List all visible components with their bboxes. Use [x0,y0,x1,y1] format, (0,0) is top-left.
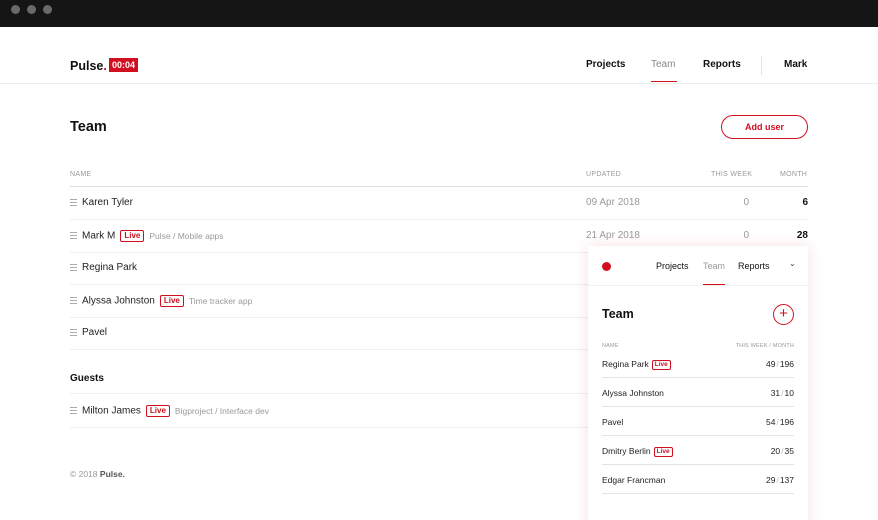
live-badge: Live [653,446,673,457]
chevron-down-icon[interactable]: ⌄ [789,259,796,268]
nav-reports[interactable]: Reports [703,59,741,70]
project-label[interactable]: Bigproject / Interface dev [175,406,269,416]
mobile-preview-card: Projects Team Reports ⌄ Team + NAME THIS… [588,246,808,520]
updated-date: 21 Apr 2018 [586,230,640,241]
copyright-text: © 2018 [70,469,98,479]
page-title: Team [70,119,107,135]
footer-copyright: © 2018 Pulse. [70,469,125,479]
member-name[interactable]: Mark M [82,231,115,242]
mobile-member-name[interactable]: Dmitry Berlin [602,446,651,456]
mobile-month-value: 196 [779,359,794,369]
mobile-member-name[interactable]: Alyssa Johnston [602,388,664,398]
logo-dot: . [103,59,107,73]
mobile-month-value: 10 [784,388,794,398]
mobile-list-item[interactable]: Dmitry Berlin Live 20/35 [602,436,794,465]
project-label[interactable]: Pulse / Mobile apps [149,231,223,241]
mobile-week-value: 31 [770,388,781,398]
add-user-button[interactable]: Add user [721,115,808,139]
mobile-nav-divider [588,285,808,286]
column-header-name: NAME [70,171,92,178]
drag-handle-icon[interactable] [70,329,77,336]
nav-active-indicator [651,81,677,82]
pulse-logo[interactable]: Pulse. [70,59,107,73]
mobile-member-name[interactable]: Pavel [602,417,623,427]
guest-name[interactable]: Milton James [82,406,141,417]
member-name[interactable]: Alyssa Johnston [82,296,155,307]
column-header-month: MONTH [780,171,808,178]
guests-section-title: Guests [70,373,104,384]
live-badge: Live [145,405,170,417]
live-badge: Live [159,295,184,307]
mobile-member-name[interactable]: Edgar Francman [602,475,665,485]
timer-badge[interactable]: 00:04 [109,58,139,72]
drag-handle-icon[interactable] [70,297,77,304]
column-header-this-week: THIS WEEK [711,171,753,178]
mobile-week-value: 49 [765,359,776,369]
mobile-list-item[interactable]: Alyssa Johnston 31/10 [602,378,794,407]
month-value: 6 [802,197,808,208]
mobile-nav-team[interactable]: Team [703,261,725,271]
mobile-month-value: 196 [779,417,794,427]
drag-handle-icon[interactable] [70,264,77,271]
live-badge: Live [120,230,145,242]
mobile-status-dot [602,262,611,271]
this-week-value: 0 [743,197,749,208]
window-close-dot[interactable] [11,5,20,14]
mobile-week-value: 54 [765,417,776,427]
member-name[interactable]: Pavel [82,327,107,338]
month-value: 28 [796,230,808,241]
window-titlebar [0,0,878,27]
mobile-week-value: 29 [765,475,776,485]
column-header-updated: UPDATED [586,171,622,178]
drag-handle-icon[interactable] [70,232,77,239]
mobile-list-item[interactable]: Pavel 54/196 [602,407,794,436]
nav-team[interactable]: Team [651,59,675,70]
add-member-plus-button[interactable]: + [773,304,794,325]
drag-handle-icon[interactable] [70,199,77,206]
mobile-week-value: 20 [770,446,781,456]
nav-projects[interactable]: Projects [586,59,625,70]
member-name[interactable]: Regina Park [82,262,137,273]
mobile-nav-reports[interactable]: Reports [738,261,770,271]
mobile-list-item[interactable]: Regina Park Live 49/196 [602,349,794,378]
member-name[interactable]: Karen Tyler [82,197,133,208]
footer-brand: Pulse. [99,469,125,479]
user-menu[interactable]: Mark [784,59,807,70]
mobile-member-name[interactable]: Regina Park [602,359,649,369]
mobile-month-value: 35 [784,446,794,456]
table-row[interactable]: Karen Tyler 09 Apr 2018 0 6 [70,187,808,220]
window-minimize-dot[interactable] [27,5,36,14]
this-week-value: 0 [743,230,749,241]
updated-date: 09 Apr 2018 [586,197,640,208]
mobile-nav-projects[interactable]: Projects [656,261,689,271]
logo-text: Pulse [70,59,104,73]
project-label[interactable]: Time tracker app [189,296,252,306]
top-navigation: Pulse. 00:04 Projects Team Reports Mark [0,27,878,84]
mobile-page-title: Team [602,307,634,321]
mobile-list-item[interactable]: Edgar Francman 29/137 [602,465,794,494]
nav-divider [761,56,762,75]
mobile-month-value: 137 [779,475,794,485]
live-badge: Live [651,359,671,370]
window-maximize-dot[interactable] [43,5,52,14]
drag-handle-icon[interactable] [70,407,77,414]
